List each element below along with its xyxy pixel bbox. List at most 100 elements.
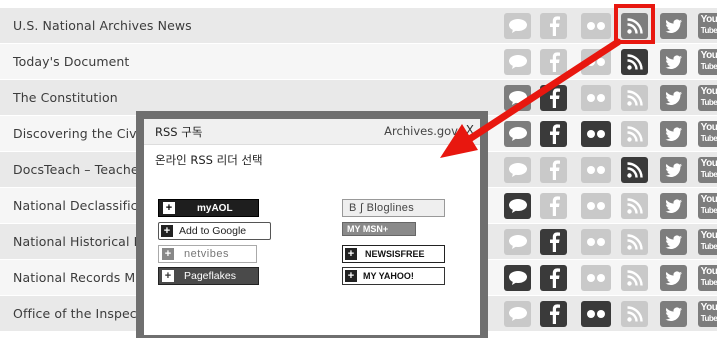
comment-icon[interactable]	[504, 265, 531, 291]
youtube-you-text: You	[700, 50, 717, 61]
facebook-icon[interactable]	[540, 265, 567, 291]
youtube-icon[interactable]: You Tube	[698, 121, 717, 147]
youtube-you-text: You	[700, 86, 717, 97]
youtube-icon[interactable]: You Tube	[698, 193, 717, 219]
add-to-pageflakes-button[interactable]: + Pageflakes	[158, 267, 259, 285]
youtube-you-text: You	[700, 158, 717, 169]
youtube-tube-text: Tube	[700, 62, 717, 71]
flickr-icon[interactable]	[581, 85, 611, 111]
facebook-icon[interactable]	[540, 301, 567, 327]
plus-icon: +	[162, 270, 174, 282]
twitter-icon[interactable]	[660, 121, 687, 147]
reader-label: Add to Google	[179, 225, 247, 237]
reader-label: MY MSN+	[347, 224, 389, 234]
flickr-icon[interactable]	[581, 121, 611, 147]
youtube-icon[interactable]: You Tube	[698, 85, 717, 111]
twitter-icon[interactable]	[660, 13, 687, 39]
rss-icon[interactable]	[621, 301, 648, 327]
feed-title[interactable]: U.S. National Archives News	[13, 8, 192, 44]
youtube-tube-text: Tube	[700, 314, 717, 323]
youtube-icon[interactable]: You Tube	[698, 265, 717, 291]
rss-icon[interactable]	[621, 85, 648, 111]
flickr-icon[interactable]	[581, 157, 611, 183]
comment-icon[interactable]	[504, 49, 531, 75]
twitter-icon[interactable]	[660, 85, 687, 111]
feed-title[interactable]: Today's Document	[13, 44, 129, 80]
flickr-icon[interactable]	[581, 265, 611, 291]
facebook-icon[interactable]	[540, 193, 567, 219]
comment-icon[interactable]	[504, 229, 531, 255]
comment-icon[interactable]	[504, 13, 531, 39]
youtube-icon[interactable]: You Tube	[698, 49, 717, 75]
feed-row: Today's Document You Tube	[0, 44, 717, 80]
youtube-icon[interactable]: You Tube	[698, 13, 717, 39]
rss-dialog-site: Archives.gov	[384, 124, 458, 138]
youtube-you-text: You	[700, 230, 717, 241]
youtube-icon[interactable]: You Tube	[698, 229, 717, 255]
plus-icon: +	[163, 202, 175, 214]
youtube-tube-text: Tube	[700, 242, 717, 251]
add-to-mymsn-button[interactable]: MY MSN+	[342, 222, 416, 236]
add-to-newsisfree-button[interactable]: + NEWSISFREE	[342, 245, 445, 263]
plus-icon: +	[345, 248, 357, 260]
youtube-you-text: You	[700, 14, 717, 25]
rss-subscribe-dialog: RSS 구독 Archives.gov X 온라인 RSS 리더 선택 + my…	[136, 111, 488, 338]
facebook-icon[interactable]	[540, 49, 567, 75]
twitter-icon[interactable]	[660, 265, 687, 291]
youtube-you-text: You	[700, 266, 717, 277]
rss-icon[interactable]	[621, 265, 648, 291]
comment-icon[interactable]	[504, 157, 531, 183]
facebook-icon[interactable]	[540, 85, 567, 111]
reader-label: Pageflakes	[184, 270, 236, 282]
rss-icon[interactable]	[621, 121, 648, 147]
feed-title[interactable]: National Records Ma	[13, 260, 143, 296]
feed-row: U.S. National Archives News You Tube	[0, 8, 717, 44]
comment-icon[interactable]	[504, 193, 531, 219]
add-to-myaol-button[interactable]: + myAOL	[158, 199, 259, 217]
youtube-tube-text: Tube	[700, 206, 717, 215]
rss-highlight-box	[614, 4, 655, 44]
youtube-tube-text: Tube	[700, 170, 717, 179]
add-to-netvibes-button[interactable]: + netvibes	[158, 245, 257, 263]
youtube-tube-text: Tube	[700, 98, 717, 107]
twitter-icon[interactable]	[660, 229, 687, 255]
facebook-icon[interactable]	[540, 121, 567, 147]
facebook-icon[interactable]	[540, 13, 567, 39]
flickr-icon[interactable]	[581, 229, 611, 255]
twitter-icon[interactable]	[660, 49, 687, 75]
rss-icon[interactable]	[621, 229, 648, 255]
comment-icon[interactable]	[504, 121, 531, 147]
rss-dialog-title: RSS 구독	[155, 125, 203, 139]
twitter-icon[interactable]	[660, 193, 687, 219]
facebook-icon[interactable]	[540, 229, 567, 255]
twitter-icon[interactable]	[660, 301, 687, 327]
twitter-icon[interactable]	[660, 157, 687, 183]
plus-icon: +	[345, 270, 357, 282]
feed-title[interactable]: National Declassifica	[13, 188, 145, 224]
close-icon[interactable]: X	[466, 123, 474, 137]
youtube-tube-text: Tube	[700, 278, 717, 287]
youtube-icon[interactable]: You Tube	[698, 157, 717, 183]
rss-icon[interactable]	[621, 157, 648, 183]
comment-icon[interactable]	[504, 301, 531, 327]
plus-icon: +	[161, 225, 173, 237]
facebook-icon[interactable]	[540, 157, 567, 183]
youtube-icon[interactable]: You Tube	[698, 301, 717, 327]
feed-title[interactable]: Discovering the Civil	[13, 116, 144, 152]
rss-icon[interactable]	[621, 49, 648, 75]
feed-title[interactable]: National Historical Pu	[13, 224, 149, 260]
rss-dialog-body: RSS 구독 Archives.gov X 온라인 RSS 리더 선택 + my…	[144, 119, 480, 335]
add-to-bloglines-button[interactable]: B ∫ Bloglines	[342, 199, 445, 217]
feed-title[interactable]: The Constitution	[13, 80, 118, 116]
feed-title[interactable]: Office of the Inspect	[13, 296, 142, 332]
add-to-google-button[interactable]: + Add to Google	[158, 222, 271, 240]
flickr-icon[interactable]	[581, 193, 611, 219]
flickr-icon[interactable]	[581, 49, 611, 75]
reader-label: netvibes	[184, 248, 229, 260]
add-to-myyahoo-button[interactable]: + MY YAHOO!	[342, 267, 445, 285]
flickr-icon[interactable]	[581, 13, 611, 39]
comment-icon[interactable]	[504, 85, 531, 111]
feed-title[interactable]: DocsTeach – Teache	[13, 152, 139, 188]
rss-icon[interactable]	[621, 193, 648, 219]
flickr-icon[interactable]	[581, 301, 611, 327]
